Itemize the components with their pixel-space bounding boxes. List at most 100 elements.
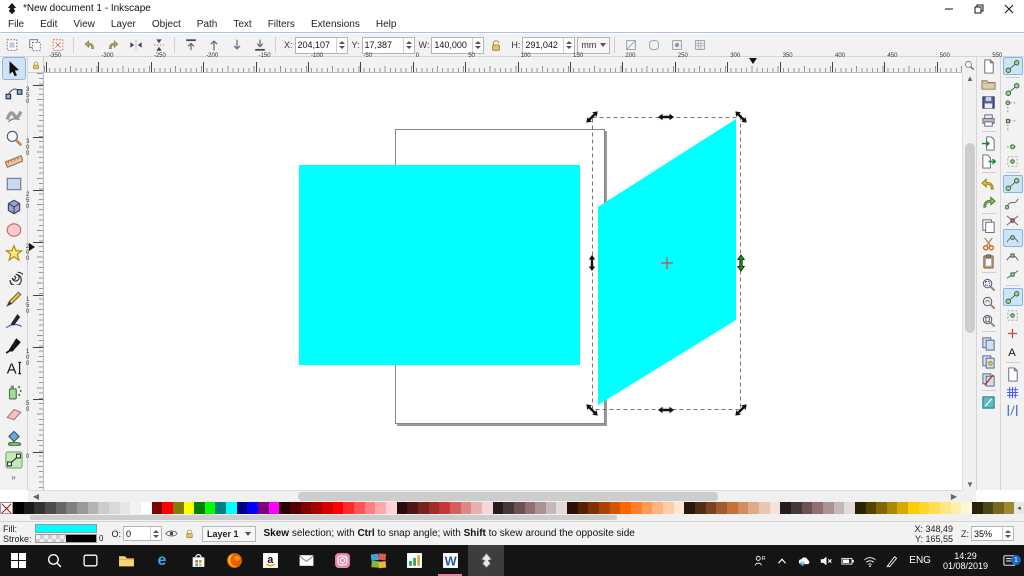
skew-handle-top[interactable] — [658, 113, 674, 121]
color-swatch[interactable] — [226, 502, 237, 514]
color-swatch[interactable] — [290, 502, 301, 514]
color-swatch[interactable] — [545, 502, 557, 514]
pencil-tool[interactable] — [2, 287, 26, 310]
menu-object[interactable]: Object — [144, 18, 189, 31]
select-all-layers-button[interactable] — [24, 36, 45, 55]
color-swatch[interactable] — [652, 502, 664, 514]
no-color-swatch[interactable] — [0, 502, 13, 514]
action-center-button[interactable]: 1 — [994, 553, 1024, 568]
palette-scroll-thumb[interactable] — [30, 515, 617, 520]
chart-app-icon[interactable] — [396, 545, 432, 576]
minimize-button[interactable] — [934, 0, 964, 17]
rotate-ccw-button[interactable] — [79, 36, 100, 55]
color-swatch[interactable] — [375, 502, 386, 514]
color-swatch[interactable] — [663, 502, 674, 514]
text-tool[interactable]: A — [2, 356, 26, 379]
battery-icon[interactable] — [837, 554, 859, 568]
language-indicator[interactable]: ENG — [903, 555, 937, 566]
scroll-down-arrow[interactable]: ▼ — [963, 480, 977, 489]
menu-extensions[interactable]: Extensions — [303, 18, 368, 31]
color-swatch[interactable] — [481, 502, 493, 514]
zoom-tool[interactable] — [2, 126, 26, 149]
color-swatch[interactable] — [151, 502, 163, 514]
vertical-scrollbar[interactable]: ▲ ▼ — [962, 73, 976, 490]
color-swatch[interactable] — [76, 502, 88, 514]
flip-horizontal-button[interactable] — [125, 36, 146, 55]
inkscape-icon[interactable] — [468, 545, 504, 576]
stroke-swatch[interactable] — [35, 534, 97, 543]
color-swatch[interactable] — [44, 502, 56, 514]
color-swatch[interactable] — [822, 502, 834, 514]
snap-others-toggle[interactable] — [1002, 288, 1023, 306]
menu-text[interactable]: Text — [225, 18, 259, 31]
menu-edit[interactable]: Edit — [32, 18, 65, 31]
color-swatch[interactable] — [865, 502, 877, 514]
color-swatch[interactable] — [417, 502, 429, 514]
color-swatch[interactable] — [140, 502, 152, 514]
snap-path-intersections-toggle[interactable] — [1003, 211, 1023, 229]
guide-lock-corner[interactable] — [28, 57, 44, 73]
lower-to-bottom-button[interactable] — [249, 36, 270, 55]
horizontal-scrollbar[interactable]: ◀ ▶ — [28, 490, 962, 502]
color-swatch[interactable] — [322, 502, 333, 514]
new-document-button[interactable] — [979, 57, 999, 75]
search-button[interactable] — [36, 545, 72, 576]
color-swatch[interactable] — [492, 502, 504, 514]
rotate-cw-button[interactable] — [102, 36, 123, 55]
color-swatch[interactable] — [705, 502, 717, 514]
color-swatch[interactable] — [844, 502, 855, 514]
snap-grid-toggle[interactable] — [1003, 383, 1023, 401]
horizontal-ruler[interactable]: -350 -300 -250 -200 -150 -100 -50 0 50 100 150 200 2… — [44, 53, 1002, 73]
opacity-field[interactable] — [122, 526, 162, 541]
color-swatch[interactable] — [215, 502, 227, 514]
snap-rotation-centers-toggle[interactable] — [1003, 324, 1023, 342]
color-swatch[interactable] — [790, 502, 802, 514]
print-button[interactable] — [979, 111, 999, 129]
color-swatch[interactable] — [940, 502, 951, 514]
rectangle-tool[interactable] — [2, 172, 26, 195]
pen-icon[interactable] — [881, 554, 903, 568]
color-swatch[interactable] — [833, 502, 845, 514]
color-swatch[interactable] — [364, 502, 376, 514]
color-swatch[interactable] — [343, 502, 354, 514]
color-swatch[interactable] — [279, 502, 291, 514]
instagram-icon[interactable] — [324, 545, 360, 576]
pen-tool[interactable] — [2, 310, 26, 333]
snap-bbox-edges-toggle[interactable] — [1003, 98, 1023, 116]
color-swatch[interactable] — [204, 502, 216, 514]
color-swatch[interactable] — [876, 502, 887, 514]
menu-file[interactable]: File — [0, 18, 32, 31]
flip-vertical-button[interactable] — [148, 36, 169, 55]
color-swatch[interactable] — [897, 502, 909, 514]
people-icon[interactable]: R — [749, 554, 771, 568]
color-swatch[interactable] — [385, 502, 397, 514]
zoom-field[interactable] — [971, 526, 1014, 541]
color-swatch[interactable] — [780, 502, 791, 514]
zoom-to-page-button[interactable] — [979, 311, 999, 329]
color-swatch[interactable] — [23, 502, 35, 514]
color-swatch[interactable] — [726, 502, 738, 514]
task-view-button[interactable] — [72, 545, 108, 576]
color-swatch[interactable] — [673, 502, 685, 514]
snap-cusp-nodes-toggle[interactable] — [1002, 229, 1023, 247]
amazon-icon[interactable]: a — [252, 545, 288, 576]
color-swatch[interactable] — [695, 502, 706, 514]
rotate-handle-top-left[interactable] — [584, 109, 600, 125]
open-document-button[interactable] — [979, 75, 999, 93]
paste-button[interactable] — [979, 252, 999, 270]
menu-filters[interactable]: Filters — [260, 18, 303, 31]
start-button[interactable] — [0, 545, 36, 576]
color-swatch[interactable] — [34, 502, 45, 514]
horizontal-scroll-thumb[interactable] — [298, 492, 718, 501]
color-swatch[interactable] — [918, 502, 930, 514]
layer-lock-toggle[interactable] — [184, 528, 195, 539]
color-swatch[interactable] — [503, 502, 514, 514]
color-swatch[interactable] — [407, 502, 418, 514]
color-swatch[interactable] — [812, 502, 823, 514]
snap-text-anchors-toggle[interactable]: A — [1003, 342, 1023, 360]
color-swatch[interactable] — [396, 502, 408, 514]
affect-corners-toggle[interactable] — [643, 36, 664, 55]
lock-ratio-toggle[interactable] — [485, 36, 506, 55]
palette-scroll-left-arrow[interactable]: ◂ — [1014, 502, 1024, 514]
color-swatch[interactable] — [119, 502, 131, 514]
